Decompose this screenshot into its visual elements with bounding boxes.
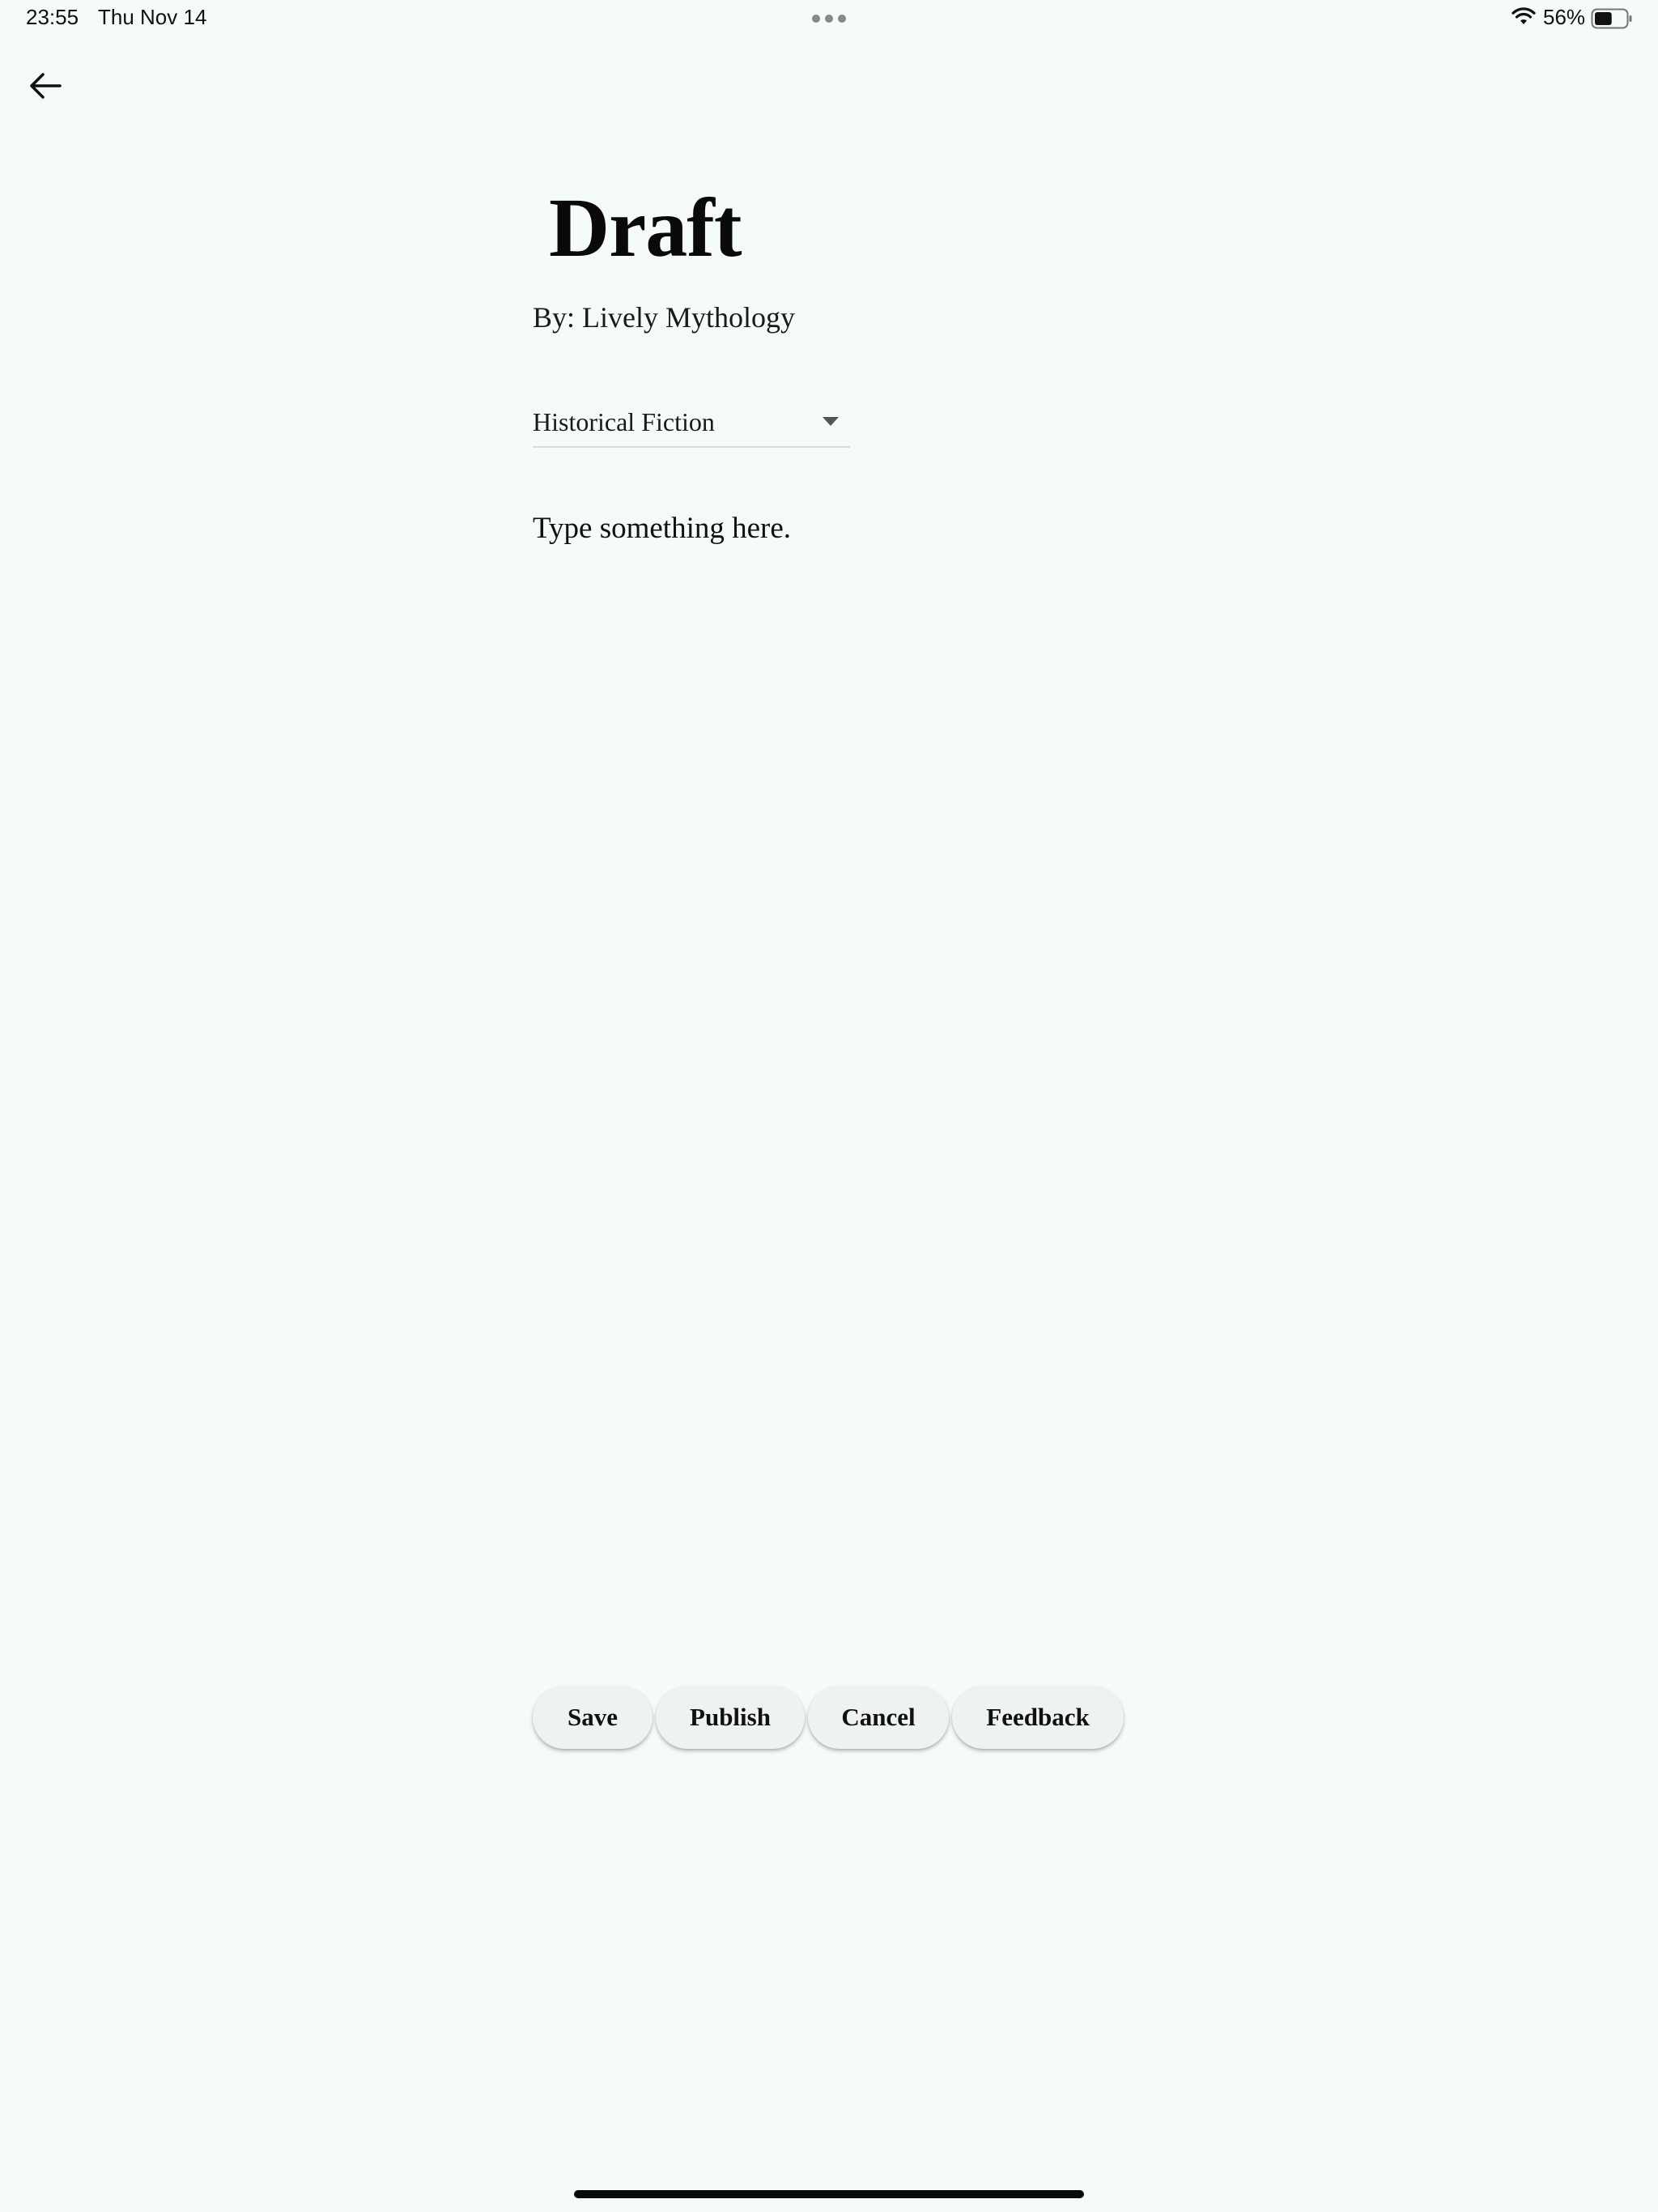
battery-percentage: 56%	[1543, 5, 1586, 29]
save-button[interactable]: Save	[533, 1686, 653, 1749]
author-line: By: Lively Mythology	[533, 301, 795, 334]
status-bar: 23:55 Thu Nov 14 56%	[0, 0, 1658, 39]
story-body-input[interactable]	[533, 506, 1124, 1640]
arrow-left-icon	[30, 73, 62, 99]
genre-select-value: Historical Fiction	[533, 407, 715, 436]
publish-button[interactable]: Publish	[656, 1686, 805, 1749]
status-time: 23:55	[26, 5, 79, 29]
page-title: Draft	[549, 181, 742, 274]
status-date: Thu Nov 14	[98, 5, 207, 29]
feedback-button[interactable]: Feedback	[952, 1686, 1124, 1749]
wifi-icon	[1511, 7, 1536, 24]
cancel-button[interactable]: Cancel	[808, 1686, 949, 1749]
more-dots-icon[interactable]	[812, 15, 848, 24]
chevron-down-icon	[823, 417, 839, 426]
genre-select[interactable]: Historical Fiction	[533, 401, 850, 448]
back-button[interactable]	[24, 65, 66, 107]
home-indicator[interactable]	[574, 2190, 1084, 2198]
battery-icon	[1591, 8, 1632, 29]
